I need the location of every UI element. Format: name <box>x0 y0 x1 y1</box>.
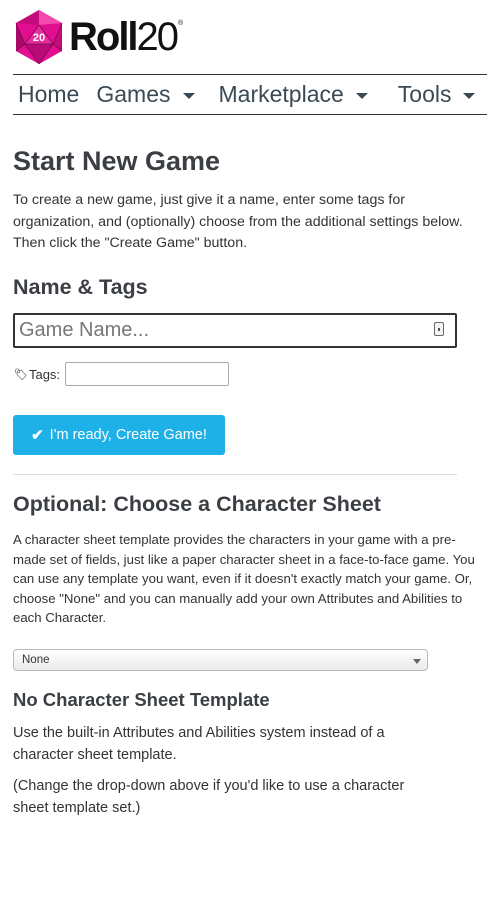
caret-down-icon <box>182 92 195 99</box>
nav-item-label: Games <box>96 81 171 107</box>
character-sheet-select[interactable]: None <box>13 649 428 671</box>
tags-input[interactable] <box>65 362 230 386</box>
no-sheet-heading: No Character Sheet Template <box>13 689 270 710</box>
check-icon: ✔ <box>31 427 44 444</box>
nav-item-label: Marketplace <box>218 81 344 107</box>
tags-label: Tags: <box>28 366 61 382</box>
create-game-button[interactable]: ✔ I'm ready, Create Game! <box>13 415 225 455</box>
character-sheet-heading: Optional: Choose a Character Sheet <box>13 492 381 516</box>
no-sheet-description: Use the built-in Attributes and Abilitie… <box>13 725 385 763</box>
d20-die-icon: 20 <box>15 10 63 65</box>
no-sheet-hint: (Change the drop-down above if you'd lik… <box>13 778 405 816</box>
page-title: Start New Game <box>13 146 221 176</box>
create-game-button-label: I'm ready, Create Game! <box>49 427 207 443</box>
roll20-logo[interactable]: 20 Roll20 ® <box>13 8 183 66</box>
name-tags-heading: Name & Tags <box>13 275 148 299</box>
main-nav: Home Games Marketplace Tools <box>13 74 487 115</box>
character-sheet-description: A character sheet template provides the … <box>13 532 475 625</box>
game-name-input[interactable] <box>13 313 457 348</box>
nav-item-label: Tools <box>397 81 452 107</box>
die-number: 20 <box>33 32 45 44</box>
character-sheet-selected-value: None <box>22 654 50 666</box>
page-intro: To create a new game, just give it a nam… <box>13 192 463 251</box>
chevron-down-icon <box>413 659 421 664</box>
caret-down-icon <box>463 92 476 99</box>
tags-row: 🏷︎ Tags: <box>14 362 230 386</box>
nav-item-tools[interactable]: Tools <box>398 81 476 108</box>
registered-mark: ® <box>178 20 184 27</box>
logo-wordmark-20: 20 <box>136 15 179 59</box>
logo-wordmark-roll: Roll <box>69 15 139 59</box>
nav-item-marketplace[interactable]: Marketplace <box>219 81 368 108</box>
tag-icon: 🏷︎ <box>14 368 28 381</box>
caret-down-icon <box>355 92 368 99</box>
nav-item-label: Home <box>18 81 80 107</box>
nav-item-games[interactable]: Games <box>96 81 195 108</box>
section-divider <box>13 474 457 475</box>
nav-item-home[interactable]: Home <box>18 81 79 108</box>
password-manager-key-icon[interactable] <box>434 322 444 336</box>
logo-wordmark: Roll20 <box>69 15 179 59</box>
